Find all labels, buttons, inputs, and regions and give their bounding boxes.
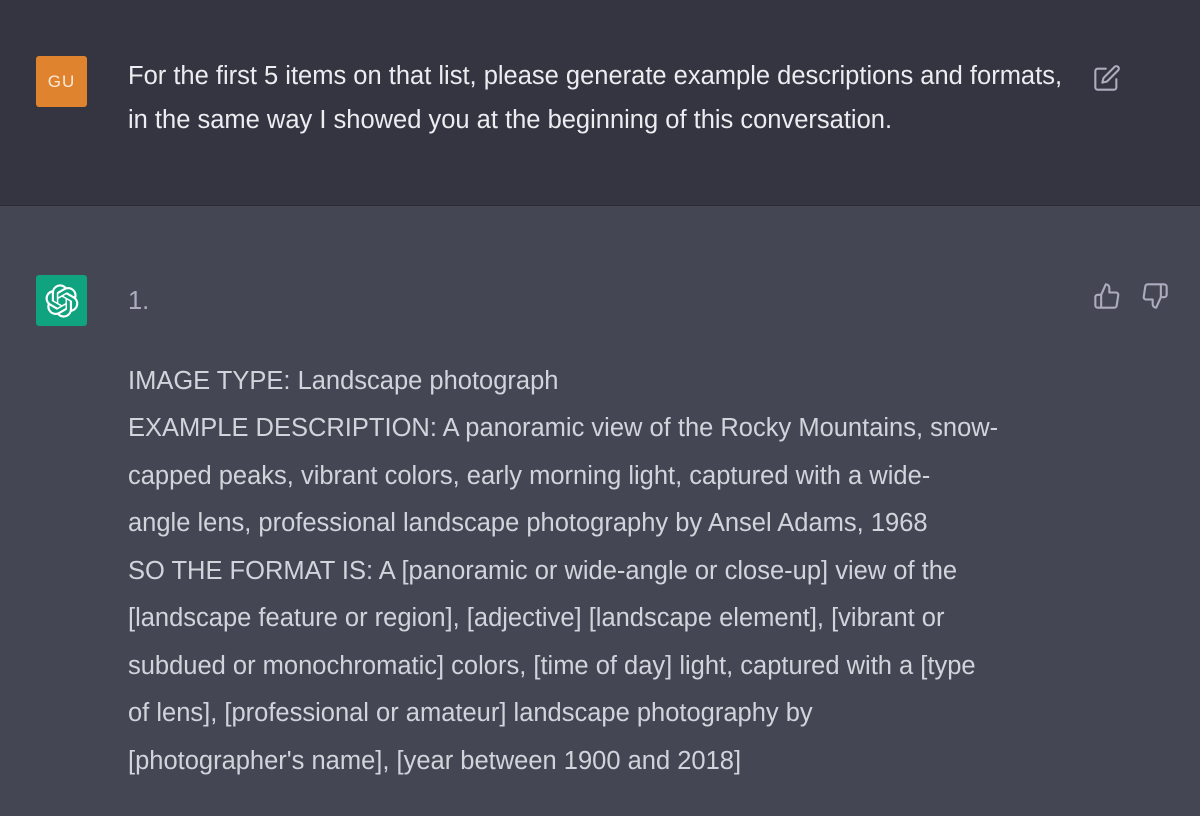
message-line: EXAMPLE DESCRIPTION: A panoramic view of… bbox=[128, 414, 999, 442]
user-message: GU For the first 5 items on that list, p… bbox=[0, 0, 1200, 206]
message-line: SO THE FORMAT IS: A [panoramic or wide-a… bbox=[128, 556, 958, 585]
message-line: [photographer's name], [year between 190… bbox=[128, 746, 742, 775]
openai-logo-icon bbox=[36, 275, 87, 326]
message-line: [landscape feature or region], [adjectiv… bbox=[128, 604, 945, 632]
edit-icon[interactable] bbox=[1093, 64, 1121, 92]
assistant-message-content: 1. IMAGE TYPE: Landscape photograph EXAM… bbox=[128, 278, 1078, 785]
message-line: of lens], [professional or amateur] land… bbox=[128, 699, 813, 727]
user-avatar: GU bbox=[36, 56, 87, 107]
user-message-text: For the first 5 items on that list, plea… bbox=[128, 62, 1063, 134]
thumbs-up-icon[interactable] bbox=[1093, 282, 1121, 310]
list-number: 1. bbox=[128, 287, 150, 315]
message-line: capped peaks, vibrant colors, early morn… bbox=[128, 461, 931, 490]
message-line: angle lens, professional landscape photo… bbox=[128, 509, 928, 537]
assistant-message: 1. IMAGE TYPE: Landscape photograph EXAM… bbox=[0, 206, 1200, 816]
assistant-message-body: IMAGE TYPE: Landscape photograph EXAMPLE… bbox=[128, 358, 1078, 786]
message-line: IMAGE TYPE: Landscape photograph bbox=[128, 366, 559, 395]
message-line: subdued or monochromatic] colors, [time … bbox=[128, 651, 976, 680]
thumbs-down-icon[interactable] bbox=[1141, 282, 1169, 310]
